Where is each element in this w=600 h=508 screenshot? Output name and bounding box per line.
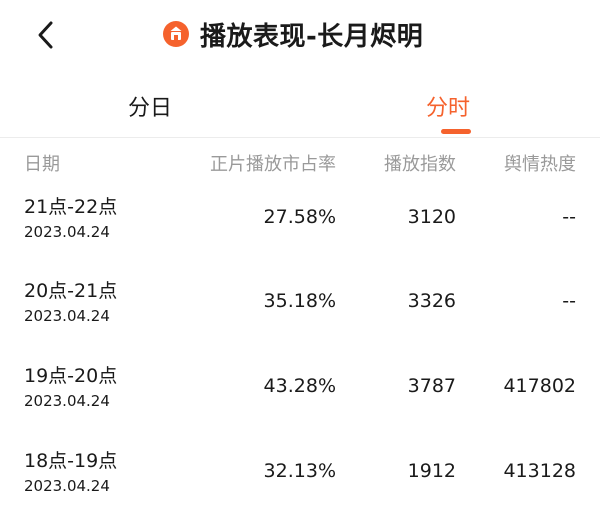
row-time-slot: 19点-20点 [24,365,118,387]
row-sentiment-heat: 413128 [503,460,576,482]
tab-daily[interactable]: 分日 [128,90,172,122]
row-date: 2023.04.24 [24,392,110,410]
column-header-play-index: 播放指数 [384,154,456,175]
row-play-index: 3787 [407,375,456,397]
row-sentiment-heat: 417802 [503,375,576,397]
column-header-sentiment-heat: 舆情热度 [504,154,576,175]
page-title: 播放表现-长月烬明 [200,21,424,52]
row-play-index: 1912 [407,460,456,482]
table-row: 19点-20点 2023.04.24 43.28% 3787 417802 [0,361,600,445]
row-date: 2023.04.24 [24,477,110,495]
tab-bar: 分日 分时 [0,72,600,138]
row-date: 2023.04.24 [24,307,110,325]
table-row: 18点-19点 2023.04.24 32.13% 1912 413128 [0,446,600,506]
row-sentiment-heat: -- [562,206,576,228]
column-header-market-share: 正片播放市占率 [210,154,336,175]
row-market-share: 27.58% [263,206,336,228]
row-play-index: 3120 [407,206,456,228]
tab-hourly[interactable]: 分时 [426,90,470,122]
row-market-share: 43.28% [263,375,336,397]
chevron-left-icon [38,21,53,49]
row-market-share: 35.18% [263,290,336,312]
row-time-slot: 21点-22点 [24,196,118,218]
table-row: 21点-22点 2023.04.24 27.58% 3120 -- [0,192,600,276]
row-market-share: 32.13% [263,460,336,482]
page-title-wrap: 播放表现-长月烬明 [162,16,423,52]
tab-divider [0,137,600,138]
column-header-date: 日期 [24,154,60,175]
active-tab-indicator [441,129,471,134]
row-time-slot: 20点-21点 [24,280,118,302]
page: 播放表现-长月烬明 分日 分时 日期 正片播放市占率 播放指数 舆情热度 21点… [0,0,600,508]
row-time-slot: 18点-19点 [24,450,118,472]
row-sentiment-heat: -- [562,290,576,312]
table-row: 20点-21点 2023.04.24 35.18% 3326 -- [0,276,600,360]
back-button[interactable] [28,18,62,52]
row-play-index: 3326 [407,290,456,312]
row-date: 2023.04.24 [24,223,110,241]
header-bar: 播放表现-长月烬明 [0,0,600,70]
drama-badge-icon [163,21,189,47]
